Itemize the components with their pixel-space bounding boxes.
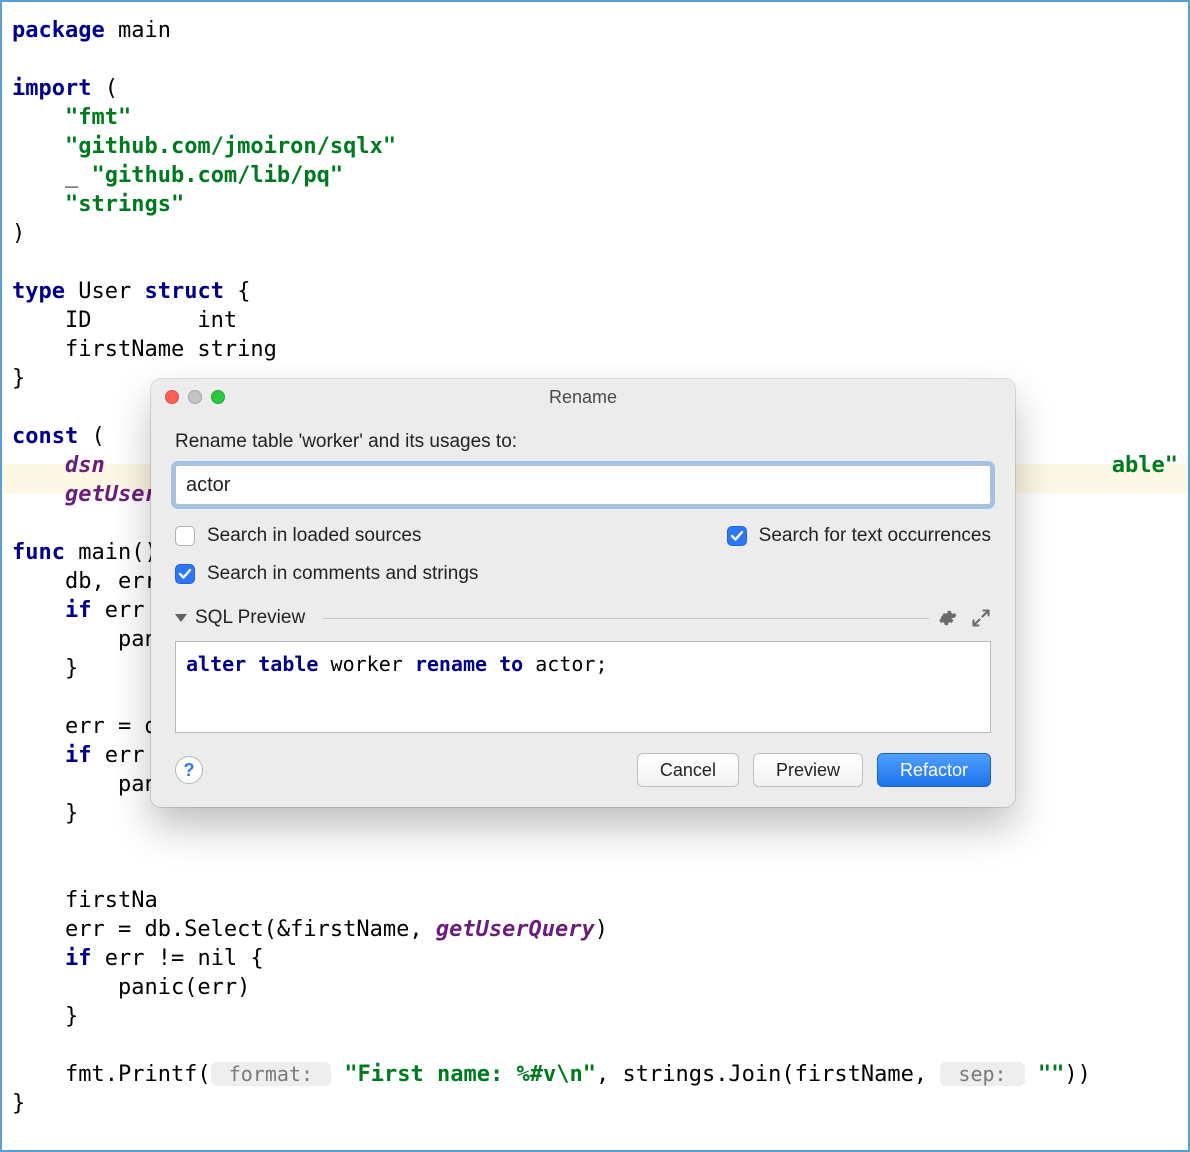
close-brace-final: }: [12, 1091, 25, 1116]
preview-button[interactable]: Preview: [753, 753, 863, 787]
section-title: SQL Preview: [195, 607, 305, 629]
checkbox-label: Search in comments and strings: [207, 563, 478, 585]
firstna: firstNa: [12, 888, 158, 913]
checkbox-icon: [727, 526, 747, 546]
sql-preview-header[interactable]: SQL Preview: [175, 607, 991, 629]
const-getuser: getUser: [65, 482, 158, 507]
pan-head2: pan: [12, 772, 158, 797]
blank-ident: _: [65, 163, 92, 188]
if-tail2: err: [91, 743, 157, 768]
checkbox-label: Search for text occurrences: [759, 525, 991, 547]
main-sig: main(): [65, 540, 158, 565]
rename-input[interactable]: [175, 465, 991, 505]
hint-sep: sep:: [940, 1062, 1024, 1086]
import-pq: "github.com/lib/pq": [91, 163, 343, 188]
close-window-button[interactable]: [165, 390, 179, 404]
divider: [323, 618, 929, 619]
help-button[interactable]: ?: [175, 756, 203, 784]
printf-sep: "": [1038, 1062, 1065, 1087]
id-main: main: [105, 18, 171, 43]
printf-str: "First name: %#v\n": [344, 1062, 596, 1087]
kw-if1: if: [65, 598, 92, 623]
rename-prompt-label: Rename table 'worker' and its usages to:: [175, 431, 991, 453]
disclosure-triangle-icon[interactable]: [175, 614, 187, 622]
close-b1: }: [12, 656, 78, 681]
err-line: err = d: [12, 714, 158, 739]
kw-if2: if: [65, 743, 92, 768]
checkbox-icon: [175, 526, 195, 546]
maximize-window-button[interactable]: [211, 390, 225, 404]
kw-if3: if: [65, 946, 92, 971]
if-tail1: err: [91, 598, 144, 623]
sql-preview-box[interactable]: alter table worker rename to actor;: [175, 641, 991, 733]
type-name: User: [65, 279, 144, 304]
printf-b: , strings.Join(firstName,: [596, 1062, 940, 1087]
hint-format: format:: [211, 1062, 331, 1086]
kw-type: type: [12, 279, 65, 304]
close-b2: }: [12, 801, 78, 826]
sql-kw-table: table: [258, 652, 318, 676]
select-a: err = db.Select(&firstName,: [12, 917, 436, 942]
checkbox-search-loaded[interactable]: Search in loaded sources: [175, 525, 687, 547]
import-strings: "strings": [65, 192, 184, 217]
import-sqlx: "github.com/jmoiron/sqlx": [65, 134, 396, 159]
help-icon: ?: [184, 760, 195, 781]
kw-const: const: [12, 424, 78, 449]
struct-open: {: [224, 279, 251, 304]
field-id: ID int: [12, 308, 237, 333]
import-open: (: [91, 76, 118, 101]
close-brace1: }: [12, 366, 25, 391]
expand-icon[interactable]: [971, 608, 991, 628]
sql-kw-rename: rename: [415, 652, 487, 676]
field-firstname: firstName string: [12, 337, 277, 362]
const-open: (: [78, 424, 105, 449]
checkbox-label: Search in loaded sources: [207, 525, 421, 547]
string-tail-able: able": [1112, 453, 1178, 478]
minimize-window-button[interactable]: [188, 390, 202, 404]
sql-kw-alter: alter: [186, 652, 246, 676]
select-b: ): [595, 917, 608, 942]
kw-func: func: [12, 540, 65, 565]
pan-head1: pan: [12, 627, 158, 652]
getuserquery: getUserQuery: [436, 917, 595, 942]
dialog-titlebar[interactable]: Rename: [151, 379, 1015, 415]
kw-struct: struct: [144, 279, 223, 304]
printf-c: )): [1064, 1062, 1091, 1087]
import-fmt: "fmt": [65, 105, 131, 130]
cancel-button[interactable]: Cancel: [637, 753, 739, 787]
panic-full: panic(err): [12, 975, 250, 1000]
const-dsn: dsn: [65, 453, 105, 478]
if3-tail: err != nil {: [91, 946, 263, 971]
kw-import: import: [12, 76, 91, 101]
checkbox-search-comments[interactable]: Search in comments and strings: [175, 563, 687, 585]
checkbox-icon: [175, 564, 195, 584]
close-paren: ): [12, 221, 25, 246]
dialog-title: Rename: [151, 379, 1015, 415]
checkbox-search-text[interactable]: Search for text occurrences: [727, 525, 991, 547]
rename-dialog: Rename Rename table 'worker' and its usa…: [151, 379, 1015, 807]
printf-a: fmt.Printf(: [12, 1062, 211, 1087]
db-line: db, err: [12, 569, 158, 594]
sql-kw-to: to: [499, 652, 523, 676]
close-b3: }: [12, 1004, 78, 1029]
refactor-button[interactable]: Refactor: [877, 753, 991, 787]
kw-package: package: [12, 18, 105, 43]
sql-worker: worker: [318, 652, 414, 676]
gear-icon[interactable]: [937, 608, 957, 628]
sql-actor: actor;: [523, 652, 607, 676]
traffic-lights: [165, 390, 225, 404]
